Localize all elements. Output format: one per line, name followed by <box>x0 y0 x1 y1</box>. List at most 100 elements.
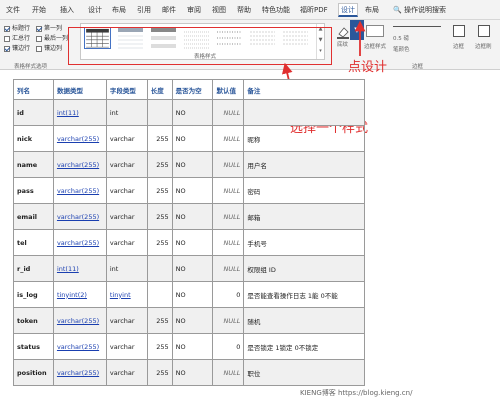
tab-review[interactable]: 审阅 <box>187 4 201 18</box>
table-cell[interactable]: varchar <box>105 307 148 334</box>
table-cell[interactable]: NO <box>171 307 214 334</box>
tab-help[interactable]: 帮助 <box>237 4 251 18</box>
tab-design[interactable]: 设计 <box>88 4 102 18</box>
table-cell[interactable]: NO <box>171 151 214 178</box>
table-cell[interactable]: NO <box>171 177 214 204</box>
table-cell[interactable]: NULL <box>212 229 245 256</box>
table-cell[interactable]: 255 <box>146 229 173 256</box>
tab-insert[interactable]: 插入 <box>60 4 74 18</box>
tab-references[interactable]: 引用 <box>137 4 151 18</box>
option-banded-rows[interactable]: 镶边行 <box>4 43 30 52</box>
table-cell[interactable]: varchar(255) <box>52 333 107 360</box>
table-cell[interactable]: varchar <box>105 177 148 204</box>
table-cell[interactable]: NULL <box>212 99 245 126</box>
table-cell[interactable]: 255 <box>146 125 173 152</box>
table-cell[interactable]: status <box>13 333 54 360</box>
table-cell[interactable]: int <box>105 255 148 282</box>
table-cell[interactable]: int(11) <box>52 99 107 126</box>
pen-color[interactable]: 笔颜色 <box>393 45 410 53</box>
tab-foxit-pdf[interactable]: 福昕PDF <box>300 4 328 18</box>
table-cell[interactable]: name <box>13 151 54 178</box>
table-cell[interactable]: NO <box>171 203 214 230</box>
table-cell[interactable]: varchar <box>105 333 148 360</box>
table-cell[interactable]: is_log <box>13 281 54 308</box>
table-cell[interactable]: r_id <box>13 255 54 282</box>
table-cell[interactable]: 255 <box>146 203 173 230</box>
table-cell[interactable]: 随机 <box>243 307 365 334</box>
table-cell[interactable]: 255 <box>146 333 173 360</box>
table-cell[interactable]: NULL <box>212 177 245 204</box>
tab-mailings[interactable]: 邮件 <box>162 4 176 18</box>
table-cell[interactable]: NO <box>171 281 214 308</box>
tell-me-search[interactable]: 操作说明搜索 <box>404 4 446 18</box>
table-cell[interactable]: varchar(255) <box>52 229 107 256</box>
option-header-row[interactable]: 标题行 <box>4 23 30 32</box>
table-cell[interactable]: varchar <box>105 125 148 152</box>
table-cell[interactable]: NULL <box>212 203 245 230</box>
table-cell[interactable]: NO <box>171 229 214 256</box>
tab-table-layout[interactable]: 布局 <box>365 4 379 18</box>
table-cell[interactable]: 0 <box>212 281 245 308</box>
tab-file[interactable]: 文件 <box>6 4 20 18</box>
table-cell[interactable]: int <box>105 99 148 126</box>
option-last-column[interactable]: 最后一列 <box>36 33 68 42</box>
table-cell[interactable]: int(11) <box>52 255 107 282</box>
borders-icon[interactable] <box>453 25 465 37</box>
borders-label[interactable]: 边框 <box>453 42 464 50</box>
table-cell[interactable]: pass <box>13 177 54 204</box>
table-cell[interactable]: NO <box>171 99 214 126</box>
table-cell[interactable]: NULL <box>212 125 245 152</box>
tab-layout[interactable]: 布局 <box>112 4 126 18</box>
table-cell[interactable]: 255 <box>146 151 173 178</box>
table-cell[interactable]: nick <box>13 125 54 152</box>
table-cell[interactable] <box>146 281 173 308</box>
table-cell[interactable]: 密码 <box>243 177 365 204</box>
table-cell[interactable]: 255 <box>146 307 173 334</box>
table-cell[interactable]: 手机号 <box>243 229 365 256</box>
border-painter-label[interactable]: 边框刷 <box>475 42 492 50</box>
tab-view[interactable]: 视图 <box>212 4 226 18</box>
table-cell[interactable]: 是否能查看操作日志 1能 0不能 <box>243 281 365 308</box>
table-cell[interactable]: 0 <box>212 333 245 360</box>
table-cell[interactable] <box>146 255 173 282</box>
tab-features[interactable]: 特色功能 <box>262 4 290 18</box>
table-cell[interactable]: email <box>13 203 54 230</box>
table-cell[interactable] <box>243 99 365 126</box>
table-cell[interactable]: 用户名 <box>243 151 365 178</box>
border-painter-icon[interactable] <box>478 25 490 37</box>
table-cell[interactable]: NULL <box>212 151 245 178</box>
table-cell[interactable]: varchar <box>105 359 148 386</box>
table-cell[interactable]: tinyint(2) <box>52 281 107 308</box>
table-cell[interactable]: varchar(255) <box>52 203 107 230</box>
table-cell[interactable]: varchar(255) <box>52 125 107 152</box>
table-cell[interactable]: NULL <box>212 255 245 282</box>
table-cell[interactable]: NO <box>171 359 214 386</box>
table-cell[interactable]: varchar <box>105 151 148 178</box>
table-cell[interactable]: NULL <box>212 307 245 334</box>
table-cell[interactable]: varchar(255) <box>52 359 107 386</box>
table-cell[interactable]: NULL <box>212 359 245 386</box>
table-cell[interactable]: varchar(255) <box>52 151 107 178</box>
option-first-column[interactable]: 第一列 <box>36 23 62 32</box>
pen-style-line[interactable] <box>393 26 441 27</box>
table-cell[interactable]: position <box>13 359 54 386</box>
table-cell[interactable]: 昵称 <box>243 125 365 152</box>
table-cell[interactable]: tel <box>13 229 54 256</box>
table-cell[interactable]: 职位 <box>243 359 365 386</box>
shading-icon[interactable] <box>336 25 350 39</box>
tab-home[interactable]: 开始 <box>32 4 46 18</box>
table-cell[interactable]: tinyint <box>105 281 148 308</box>
table-cell[interactable]: varchar(255) <box>52 307 107 334</box>
option-total-row[interactable]: 汇总行 <box>4 33 30 42</box>
table-cell[interactable]: 255 <box>146 177 173 204</box>
table-cell[interactable]: NO <box>171 255 214 282</box>
table-cell[interactable]: 255 <box>146 359 173 386</box>
table-cell[interactable]: NO <box>171 333 214 360</box>
table-cell[interactable]: token <box>13 307 54 334</box>
table-cell[interactable]: varchar <box>105 203 148 230</box>
table-cell[interactable]: varchar(255) <box>52 177 107 204</box>
table-cell[interactable]: id <box>13 99 54 126</box>
pen-weight[interactable]: 0.5 磅 <box>393 34 409 42</box>
table-cell[interactable]: 是否锁定 1锁定 0不锁定 <box>243 333 365 360</box>
table-cell[interactable]: NO <box>171 125 214 152</box>
